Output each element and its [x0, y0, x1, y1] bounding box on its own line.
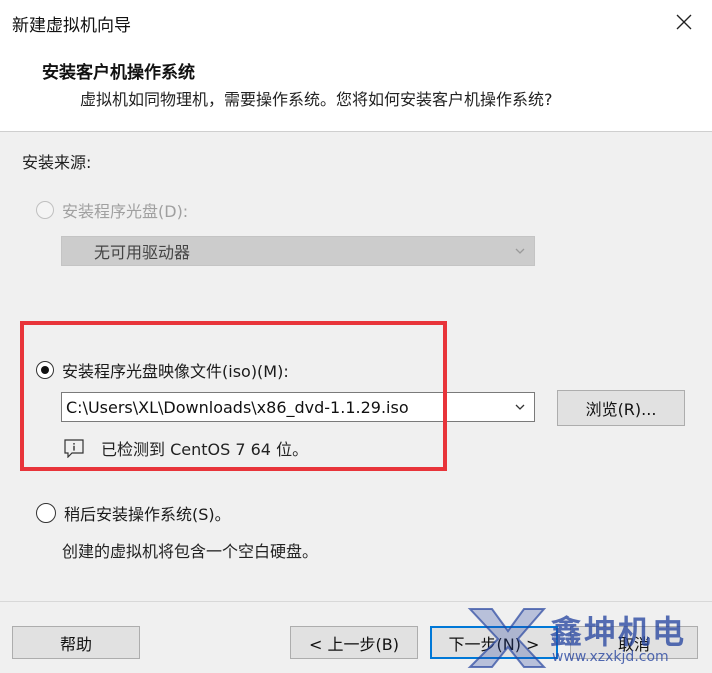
os-detected-info: 已检测到 CentOS 7 64 位。 — [63, 436, 308, 460]
info-icon — [64, 439, 84, 458]
install-later-option[interactable]: 稍后安装操作系统(S)。 — [36, 501, 231, 525]
disc-option-label: 安装程序光盘(D): — [62, 202, 189, 221]
iso-option[interactable]: 安装程序光盘映像文件(iso)(M): — [36, 358, 289, 382]
window-title: 新建虚拟机向导 — [12, 16, 131, 36]
next-button[interactable]: 下一步(N) > — [430, 626, 558, 659]
iso-radio[interactable] — [36, 361, 54, 379]
chevron-down-icon — [515, 248, 525, 254]
install-later-description: 创建的虚拟机将包含一个空白硬盘。 — [62, 542, 319, 561]
os-detected-text: 已检测到 CentOS 7 64 位。 — [101, 440, 309, 459]
close-button[interactable] — [664, 4, 704, 40]
browse-button[interactable]: 浏览(R)... — [557, 390, 685, 426]
chevron-down-icon[interactable] — [514, 401, 526, 413]
drive-select-value: 无可用驱动器 — [94, 243, 191, 262]
cancel-button[interactable]: 取消 — [570, 626, 698, 659]
iso-path-combobox[interactable]: C:\Users\XL\Downloads\x86_dvd-1.1.29.iso — [61, 392, 535, 422]
header-subtitle: 虚拟机如同物理机，需要操作系统。您将如何安装客户机操作系统? — [80, 90, 553, 109]
new-vm-wizard-dialog: 新建虚拟机向导 安装客户机操作系统 虚拟机如同物理机，需要操作系统。您将如何安装… — [0, 0, 712, 673]
disc-option: 安装程序光盘(D): — [36, 198, 188, 222]
install-later-label: 稍后安装操作系统(S)。 — [64, 505, 231, 524]
wizard-header: 安装客户机操作系统 虚拟机如同物理机，需要操作系统。您将如何安装客户机操作系统? — [0, 44, 712, 131]
help-button[interactable]: 帮助 — [12, 626, 140, 659]
wizard-body: 安装来源: 安装程序光盘(D): 无可用驱动器 安装程序光盘映像文件(iso)(… — [0, 132, 712, 601]
iso-path-value[interactable]: C:\Users\XL\Downloads\x86_dvd-1.1.29.iso — [66, 398, 409, 417]
back-button[interactable]: < 上一步(B) — [290, 626, 418, 659]
title-bar: 新建虚拟机向导 — [0, 0, 712, 44]
disc-radio[interactable] — [36, 201, 54, 219]
iso-option-label: 安装程序光盘映像文件(iso)(M): — [62, 362, 289, 381]
install-source-label: 安装来源: — [22, 153, 92, 172]
wizard-footer: 帮助 < 上一步(B) 下一步(N) > 取消 — [0, 602, 712, 673]
drive-select: 无可用驱动器 — [61, 236, 535, 266]
close-icon — [676, 14, 692, 30]
header-title: 安装客户机操作系统 — [42, 63, 195, 83]
install-later-radio[interactable] — [36, 503, 56, 523]
